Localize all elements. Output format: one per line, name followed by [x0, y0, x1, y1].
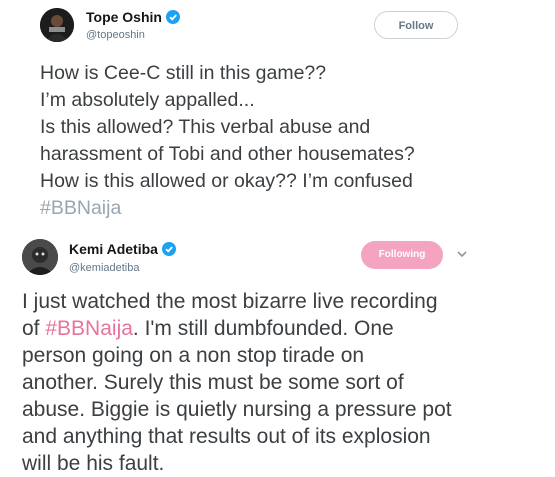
display-name-text[interactable]: Kemi Adetiba	[69, 241, 158, 257]
tweet-line: Is this allowed? This verbal abuse and	[40, 116, 371, 138]
tweet-text: How is Cee-C still in this game?? I’m ab…	[40, 60, 540, 222]
chevron-down-icon[interactable]	[456, 249, 468, 259]
tweet-line: I just watched the most bizarre live rec…	[22, 290, 438, 313]
tweet-tope-oshin: Tope Oshin @topeoshin Follow How is Cee-…	[0, 0, 555, 224]
tweet-line: another. Surely this must be some sort o…	[22, 371, 404, 394]
tweet-line-prefix: of	[22, 317, 46, 340]
tweet-line: and anything that results out of its exp…	[22, 425, 431, 448]
user-handle[interactable]: @kemiadetiba	[69, 262, 139, 274]
tweet-line: abuse. Biggie is quietly nursing a press…	[22, 398, 452, 421]
verified-badge-icon	[165, 10, 180, 24]
hashtag-link[interactable]: #BBNaija	[40, 197, 121, 219]
avatar[interactable]	[22, 239, 58, 275]
tweet-line: harassment of Tobi and other housemates?	[40, 143, 415, 165]
display-name[interactable]: Tope Oshin	[86, 9, 180, 25]
tweet-line: I’m absolutely appalled...	[40, 89, 255, 111]
avatar[interactable]	[40, 8, 74, 42]
user-handle[interactable]: @topeoshin	[86, 29, 145, 41]
tweet-kemi-adetiba: Kemi Adetiba @kemiadetiba Following I ju…	[0, 224, 555, 475]
tweet-line-suffix: . I'm still dumbfounded. One	[132, 317, 394, 340]
tweet-text: I just watched the most bizarre live rec…	[22, 288, 542, 477]
follow-button[interactable]: Follow	[374, 11, 458, 39]
tweet-line: How is this allowed or okay?? I’m confus…	[40, 170, 413, 192]
tweet-line: will be his fault.	[22, 452, 165, 475]
tweet-line: How is Cee-C still in this game??	[40, 62, 327, 84]
hashtag-link[interactable]: #BBNaija	[45, 317, 133, 340]
display-name[interactable]: Kemi Adetiba	[69, 241, 176, 257]
display-name-text[interactable]: Tope Oshin	[86, 9, 162, 25]
following-button[interactable]: Following	[361, 241, 443, 269]
verified-badge-icon	[161, 242, 176, 256]
tweet-line: person going on a non stop tirade on	[22, 344, 365, 367]
